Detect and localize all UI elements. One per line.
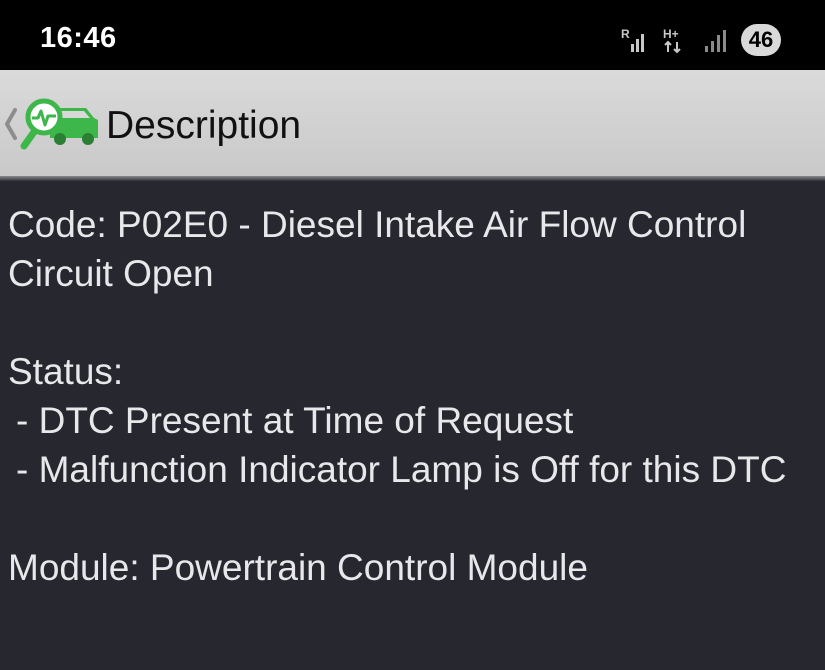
- description-content: Code: P02E0 - Diesel Intake Air Flow Con…: [8, 200, 820, 592]
- chevron-left-icon[interactable]: [2, 104, 18, 144]
- status-time: 16:46: [40, 22, 117, 54]
- car-diagnostic-icon[interactable]: [20, 94, 100, 156]
- status-item: - Malfunction Indicator Lamp is Off for …: [16, 449, 787, 490]
- status-icons: R H+ 46: [621, 22, 781, 58]
- battery-icon: 46: [741, 24, 781, 56]
- status-item: - DTC Present at Time of Request: [16, 400, 574, 441]
- module-line: Module: Powertrain Control Module: [8, 547, 588, 588]
- code-line: Code: P02E0 - Diesel Intake Air Flow Con…: [8, 204, 747, 294]
- status-bar: 16:46 R H+ 46: [0, 0, 825, 70]
- hplus-data-icon: H+: [663, 27, 681, 54]
- status-label: Status:: [8, 351, 124, 392]
- svg-text:H+: H+: [663, 27, 679, 41]
- svg-text:R: R: [621, 27, 630, 41]
- action-bar-shadow: [0, 176, 825, 181]
- page-title: Description: [106, 104, 302, 147]
- signal-r-icon: R: [621, 27, 644, 52]
- signal-icon: [705, 30, 726, 52]
